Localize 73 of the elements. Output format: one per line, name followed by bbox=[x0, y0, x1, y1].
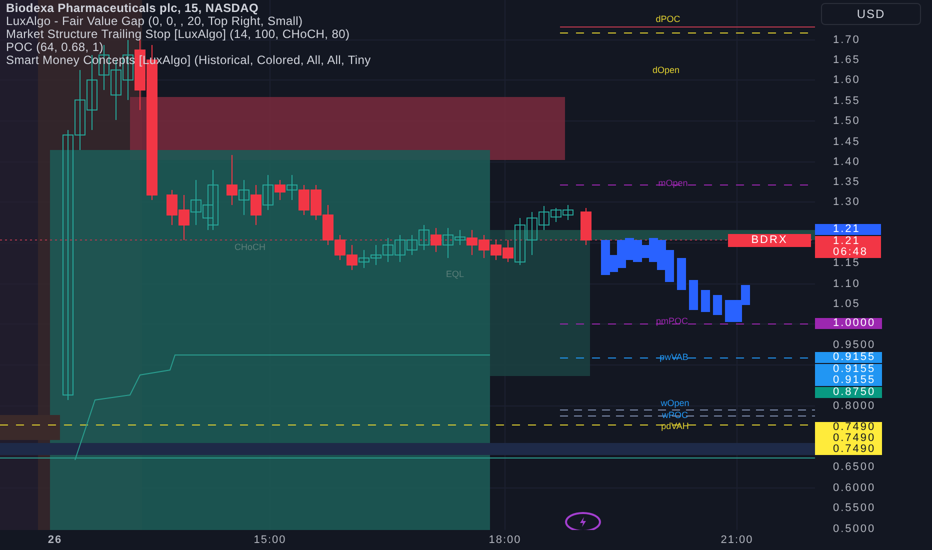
level-label: dPOC bbox=[656, 14, 680, 24]
price-bar bbox=[689, 280, 698, 310]
price-bar bbox=[701, 290, 710, 312]
price-tick: 1.10 bbox=[833, 278, 860, 290]
candlestick bbox=[310, 184, 322, 220]
price-tick: 0.5500 bbox=[833, 502, 876, 514]
candlestick bbox=[166, 190, 178, 226]
price-tick: 1.35 bbox=[833, 176, 860, 188]
price-tag: 0.9155 bbox=[815, 375, 882, 386]
time-tick: 18:00 bbox=[488, 534, 522, 546]
price-tick: 1.65 bbox=[833, 54, 860, 66]
price-tag: 0.7490 bbox=[815, 444, 882, 455]
candlestick bbox=[490, 240, 502, 260]
candlestick bbox=[346, 244, 358, 270]
symbol-title: Biodexa Pharmaceuticals plc, 15, NASDAQ bbox=[6, 2, 260, 15]
price-tag: 0.7490 bbox=[815, 422, 882, 433]
level-label: wPOC bbox=[662, 410, 688, 420]
candlestick bbox=[238, 180, 250, 216]
candlestick bbox=[580, 208, 592, 246]
level-label: CHoCH bbox=[234, 242, 266, 252]
price-tag: 0.8750 bbox=[815, 387, 882, 398]
level-label: dOpen bbox=[652, 65, 680, 75]
price-tick: 0.8000 bbox=[833, 400, 876, 412]
price-tag: 1.0000 bbox=[815, 318, 882, 329]
price-tag: 1.21 bbox=[815, 224, 881, 235]
candlestick bbox=[178, 194, 190, 240]
price-tag: 0.9155 bbox=[815, 352, 882, 363]
time-tick: 21:00 bbox=[720, 534, 754, 546]
indicator-label: POC (64, 0.68, 1) bbox=[6, 41, 104, 54]
candlestick bbox=[250, 184, 262, 226]
price-tag: 0.9155 bbox=[815, 364, 882, 375]
price-tick: 1.60 bbox=[833, 74, 860, 86]
price-tick: 1.15 bbox=[833, 257, 860, 269]
lightning-icon[interactable] bbox=[565, 512, 601, 530]
price-tick: 1.50 bbox=[833, 115, 860, 127]
currency-button[interactable]: USD bbox=[821, 3, 921, 25]
symbol-tag: BDRX bbox=[728, 234, 811, 247]
level-label: wOpen bbox=[660, 398, 690, 408]
time-tick: 15:00 bbox=[254, 534, 286, 546]
price-tick: 1.30 bbox=[833, 196, 860, 208]
price-tick: 0.9500 bbox=[833, 339, 876, 351]
price-tick: 0.6000 bbox=[833, 482, 876, 494]
candlestick bbox=[418, 224, 430, 250]
price-tag: 1.21 06:48 bbox=[815, 236, 881, 258]
price-tick: 1.45 bbox=[833, 136, 860, 148]
price-tick: 1.55 bbox=[833, 95, 860, 107]
price-tick: 0.5000 bbox=[833, 523, 876, 535]
price-bar bbox=[733, 300, 742, 322]
candlestick bbox=[430, 228, 442, 252]
candlestick bbox=[394, 234, 406, 262]
candlestick bbox=[478, 234, 490, 258]
price-bar bbox=[677, 258, 686, 290]
indicator-label: Market Structure Trailing Stop [LuxAlgo] (14, 100, CHoCH, 80) bbox=[6, 28, 351, 41]
level-label: EQL bbox=[446, 269, 464, 279]
indicator-label: LuxAlgo - Fair Value Gap (0, 0, , 20, Top Right, Small) bbox=[6, 15, 304, 28]
candlestick bbox=[226, 154, 238, 206]
price-tick: 1.40 bbox=[833, 156, 860, 168]
candlestick bbox=[370, 244, 382, 266]
price-bar bbox=[741, 285, 750, 305]
price-tick: 0.6500 bbox=[833, 461, 876, 473]
price-tag: 0.7490 bbox=[815, 433, 882, 444]
price-bar bbox=[665, 250, 674, 282]
candlestick bbox=[406, 234, 418, 256]
price-bar bbox=[713, 295, 722, 315]
candlestick bbox=[298, 184, 310, 216]
candlestick bbox=[358, 250, 370, 268]
price-tick: 1.70 bbox=[833, 34, 860, 46]
candlestick bbox=[286, 174, 298, 200]
time-tick: 26 bbox=[48, 534, 62, 546]
candlestick bbox=[190, 180, 202, 226]
price-tick: 1.05 bbox=[833, 298, 860, 310]
candlestick bbox=[382, 238, 394, 262]
candlestick bbox=[562, 204, 574, 220]
